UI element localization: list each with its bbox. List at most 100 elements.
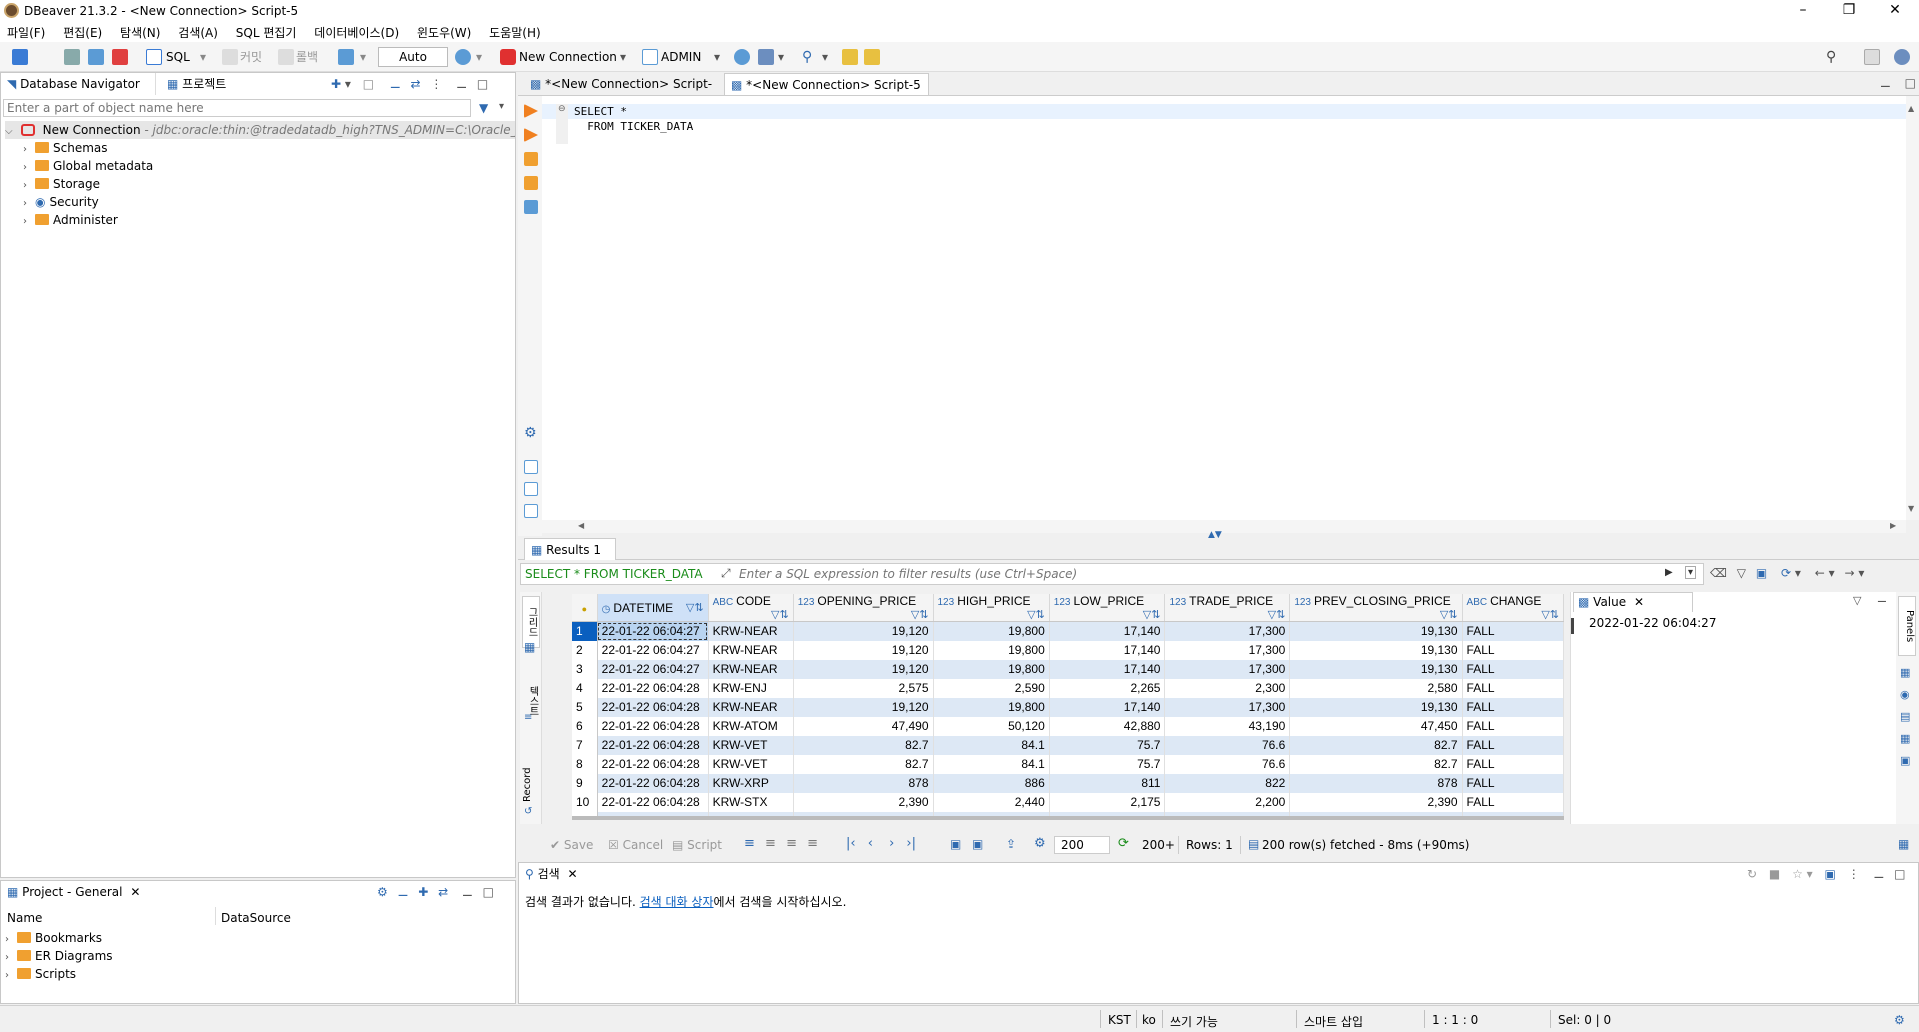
restore-button[interactable]: ❐: [1826, 0, 1872, 22]
cell-text[interactable]: KRW-NEAR: [708, 621, 794, 641]
cell-text[interactable]: FALL: [1462, 773, 1564, 793]
cell-text[interactable]: KRW-VET: [708, 754, 794, 774]
cell-datetime[interactable]: 22-01-22 06:04:28: [597, 678, 709, 698]
minimize-panel-icon[interactable]: ⚊: [1874, 867, 1885, 881]
close-tab-icon[interactable]: ✕: [568, 867, 578, 881]
transaction-mode-field[interactable]: Auto: [378, 47, 448, 67]
history-dropdown-icon[interactable]: ▾: [476, 48, 482, 66]
cell-number[interactable]: 2,590: [933, 678, 1050, 698]
tree-item-security[interactable]: › ◉ Security: [23, 193, 99, 211]
forward-icon[interactable]: →: [1845, 566, 1855, 580]
active-schema-selector[interactable]: ADMIN: [661, 48, 701, 66]
row-number[interactable]: 1: [572, 621, 598, 641]
cancel-button[interactable]: ☒ Cancel: [608, 838, 663, 852]
cell-text[interactable]: KRW-ENJ: [708, 678, 794, 698]
results-grid[interactable]: ● ◷ DATETIME ▽⇅ ABC CODE ▽⇅ 123 OPENING_PRICE…: [572, 594, 1564, 820]
cell-number[interactable]: 878: [1289, 773, 1463, 793]
explain-plan-icon[interactable]: [524, 176, 538, 190]
cell-text[interactable]: FALL: [1462, 792, 1564, 812]
row-number[interactable]: 3: [572, 659, 598, 679]
load-execution-plan-icon[interactable]: [524, 200, 538, 214]
cell-number[interactable]: 76.6: [1164, 754, 1291, 774]
cell-datetime[interactable]: 22-01-22 06:04:28: [597, 773, 709, 793]
dashboard-icon[interactable]: [734, 49, 750, 65]
search-dropdown-icon[interactable]: ▾: [822, 48, 828, 66]
cell-number[interactable]: 2,175: [1049, 792, 1166, 812]
cell-datetime[interactable]: 22-01-22 06:04:28: [597, 792, 709, 812]
cell-number[interactable]: 19,130: [1289, 659, 1463, 679]
back-nav-icon[interactable]: [842, 49, 858, 65]
cell-number[interactable]: 17,140: [1049, 621, 1166, 641]
sort-filter-icon[interactable]: ▽⇅: [1268, 608, 1286, 621]
cell-number[interactable]: 82.7: [1289, 735, 1463, 755]
cell-text[interactable]: KRW-STX: [708, 792, 794, 812]
transaction-dropdown-icon[interactable]: ▾: [360, 48, 366, 66]
project-item-er-diagrams[interactable]: › ER Diagrams: [5, 947, 113, 965]
edit-cell-icon[interactable]: ≡: [744, 836, 755, 851]
tree-item-global-metadata[interactable]: › Global metadata: [23, 157, 153, 175]
expand-filter-icon[interactable]: ⤢: [721, 566, 731, 581]
cell-datetime[interactable]: 22-01-22 06:04:28: [597, 716, 709, 736]
row-number[interactable]: 6: [572, 716, 598, 736]
cell-text[interactable]: KRW-XRP: [708, 773, 794, 793]
tree-item-storage[interactable]: › Storage: [23, 175, 100, 193]
link-editor-icon[interactable]: ⇄: [411, 77, 421, 91]
results-filter-input[interactable]: [739, 565, 1659, 583]
cell-number[interactable]: 42,880: [1049, 716, 1166, 736]
panel-references-icon[interactable]: ▣: [1900, 754, 1910, 767]
open-script-icon[interactable]: [524, 504, 538, 518]
cell-number[interactable]: 47,490: [793, 716, 934, 736]
sort-filter-icon[interactable]: ▽⇅: [1440, 608, 1458, 621]
cell-text[interactable]: FALL: [1462, 735, 1564, 755]
column-datasource-header[interactable]: DataSource: [221, 911, 291, 925]
cell-number[interactable]: 17,140: [1049, 640, 1166, 660]
cell-number[interactable]: 19,130: [1289, 640, 1463, 660]
refresh-dropdown-icon[interactable]: ▾: [1795, 566, 1801, 580]
table-row[interactable]: 5 22-01-22 06:04:28 KRW-NEAR 19,120 19,800 17…: [572, 697, 1564, 717]
cell-text[interactable]: FALL: [1462, 621, 1564, 641]
cell-number[interactable]: 19,120: [793, 621, 934, 641]
view-menu-icon[interactable]: ⋮: [1848, 867, 1860, 881]
next-page-icon[interactable]: ›: [889, 836, 894, 851]
pin-icon[interactable]: ▣: [1825, 867, 1836, 881]
table-row[interactable]: 10 22-01-22 06:04:28 KRW-STX 2,390 2,440 2,17…: [572, 792, 1564, 812]
apply-filter-icon[interactable]: ▶: [1665, 567, 1673, 578]
minimize-panel-icon[interactable]: ⚊: [456, 77, 467, 91]
cell-number[interactable]: 822: [1164, 773, 1291, 793]
chevron-right-icon[interactable]: ›: [23, 213, 35, 231]
tools-icon[interactable]: [758, 49, 774, 65]
table-row[interactable]: 8 22-01-22 06:04:28 KRW-VET 82.7 84.1 75.7 76.…: [572, 754, 1564, 774]
cell-number[interactable]: 2,440: [933, 792, 1050, 812]
view-menu-icon[interactable]: ⋮: [430, 77, 442, 91]
notifications-icon[interactable]: ⚙: [1894, 1013, 1905, 1027]
grid-view-icon[interactable]: ▦: [524, 640, 535, 654]
search-dialog-link[interactable]: 검색 대화 상자: [640, 895, 714, 909]
rollback-button[interactable]: 롤백: [296, 48, 318, 66]
back-dropdown-icon[interactable]: ▾: [1829, 566, 1835, 580]
cell-text[interactable]: FALL: [1462, 640, 1564, 660]
close-tab-icon[interactable]: ✕: [1634, 595, 1644, 609]
column-header-low-price[interactable]: 123 LOW_PRICE ▽⇅: [1049, 594, 1166, 622]
add-row-icon[interactable]: ≡: [765, 836, 776, 851]
search-again-icon[interactable]: ↻: [1747, 867, 1757, 881]
sort-filter-icon[interactable]: ▽⇅: [686, 601, 704, 614]
cell-number[interactable]: 84.1: [933, 735, 1050, 755]
last-page-icon[interactable]: ›|: [906, 836, 916, 851]
sql-editor-icon[interactable]: [146, 49, 162, 65]
execute-statement-icon[interactable]: [524, 104, 538, 118]
stop-search-icon[interactable]: ■: [1769, 867, 1780, 881]
eraser-icon[interactable]: ⌫: [1710, 566, 1727, 580]
row-number[interactable]: 9: [572, 773, 598, 793]
tab-script-1[interactable]: ▩ *<New Connection> Script-1: [524, 73, 719, 113]
nav-dropdown-icon[interactable]: ▾: [345, 77, 351, 91]
cell-number[interactable]: 2,575: [793, 678, 934, 698]
cell-number[interactable]: 82.7: [793, 754, 934, 774]
back-icon[interactable]: ←: [1815, 566, 1825, 580]
panels-tab[interactable]: Panels: [1898, 596, 1916, 656]
forward-dropdown-icon[interactable]: ▾: [1858, 566, 1864, 580]
search-history-icon[interactable]: ☆: [1792, 867, 1803, 881]
cell-number[interactable]: 17,140: [1049, 697, 1166, 717]
cell-text[interactable]: KRW-NEAR: [708, 640, 794, 660]
value-panel-menu-icon[interactable]: ▽: [1853, 594, 1861, 607]
cell-number[interactable]: 19,120: [793, 697, 934, 717]
